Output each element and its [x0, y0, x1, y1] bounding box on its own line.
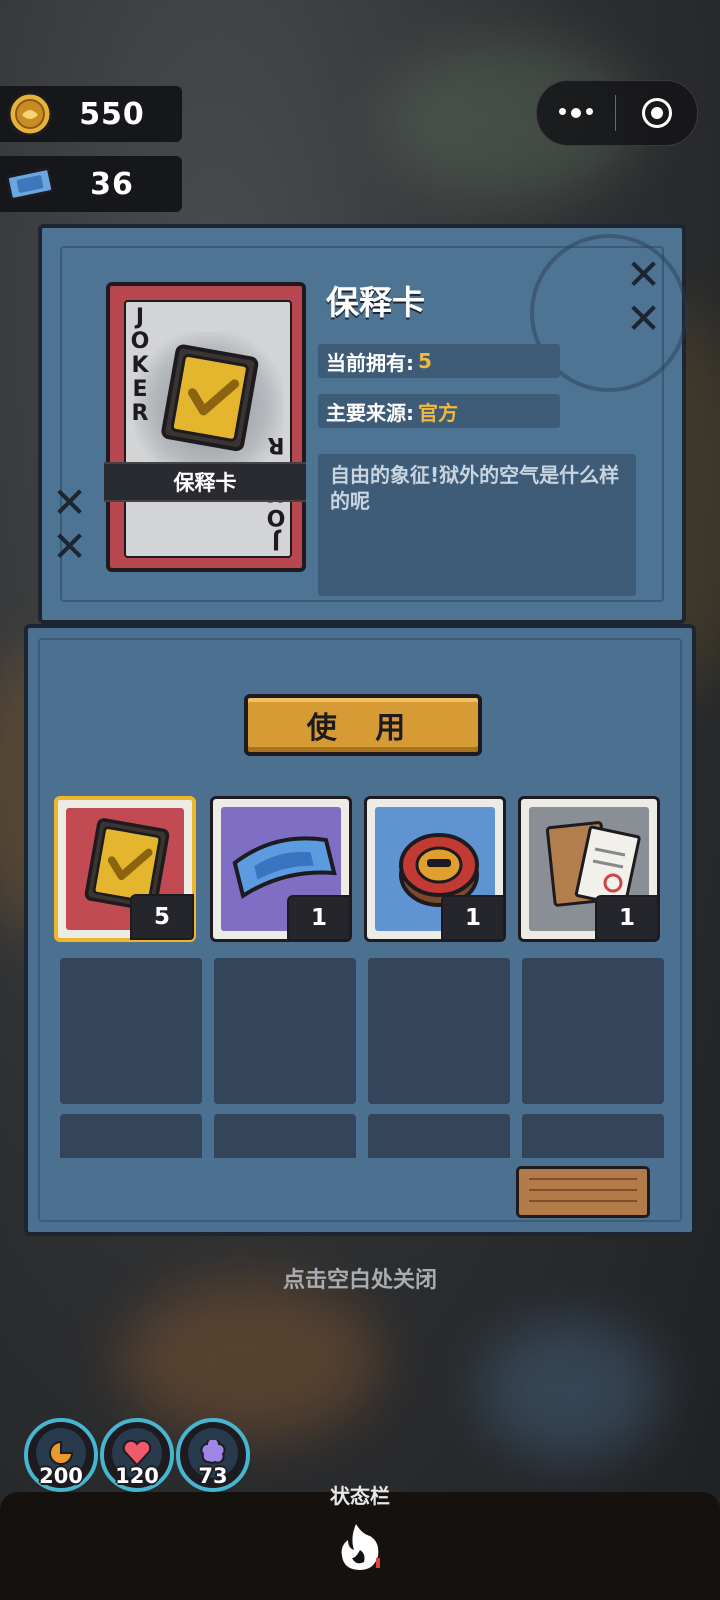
inventory-slot-blue-ticket[interactable]: 1 [210, 796, 352, 942]
card-label: 保释卡 [104, 462, 306, 502]
inventory-slot-envelope-document[interactable]: 1 [518, 796, 660, 942]
item-card: JOKER JOKER [106, 282, 306, 572]
ticket-counter: 36 [0, 156, 182, 212]
source-row: 主要来源: 官方 [318, 394, 560, 428]
use-button[interactable]: 使 用 [244, 694, 482, 756]
item-title: 保释卡 [326, 283, 425, 322]
item-description: 自由的象征!狱外的空气是什么样的呢 [318, 454, 636, 596]
inventory-slot-empty[interactable] [522, 1114, 664, 1158]
inventory-slot-red-badge[interactable]: 1 [364, 796, 506, 942]
x-mark-icon: ✕ [52, 478, 88, 527]
ticket-icon [6, 160, 54, 208]
x-mark-icon: ✕ [52, 522, 88, 571]
coin-value: 550 [79, 96, 145, 132]
owned-label: 当前拥有: [326, 350, 414, 375]
close-hint[interactable]: 点击空白处关闭 [0, 1262, 720, 1294]
coin-icon [6, 90, 54, 138]
owned-row: 当前拥有: 5 [318, 344, 560, 378]
inventory-slot-empty[interactable] [522, 958, 664, 1104]
bail-card-icon [161, 344, 259, 452]
fire-icon[interactable] [336, 1520, 384, 1572]
coin-counter: 550 [0, 86, 182, 142]
inventory-slot-empty[interactable] [214, 1114, 356, 1158]
slot-count: 1 [441, 895, 505, 941]
source-value: 官方 [418, 400, 458, 425]
x-mark-icon: ✕ [626, 294, 662, 343]
more-dots-icon[interactable] [537, 108, 615, 118]
slot-count: 1 [595, 895, 659, 941]
owned-value: 5 [418, 349, 432, 373]
wood-plank-button[interactable] [516, 1166, 650, 1218]
inventory-slot-bail-card[interactable]: 5 [54, 796, 196, 942]
status-bar-label[interactable]: 状态栏 [0, 1480, 720, 1509]
inventory-slot-empty[interactable] [368, 1114, 510, 1158]
inventory-slot-empty[interactable] [368, 958, 510, 1104]
miniprogram-capsule [536, 80, 698, 146]
slot-count: 1 [287, 895, 351, 941]
target-close-icon[interactable] [616, 98, 697, 128]
card-corner-text: JOKER [130, 305, 150, 426]
ticket-value: 36 [90, 166, 134, 202]
inventory-slot-empty[interactable] [60, 958, 202, 1104]
slot-count: 5 [130, 894, 194, 940]
inventory-slot-empty[interactable] [60, 1114, 202, 1158]
x-mark-icon: ✕ [626, 250, 662, 299]
inventory-slot-empty[interactable] [214, 958, 356, 1104]
source-label: 主要来源: [326, 400, 414, 425]
